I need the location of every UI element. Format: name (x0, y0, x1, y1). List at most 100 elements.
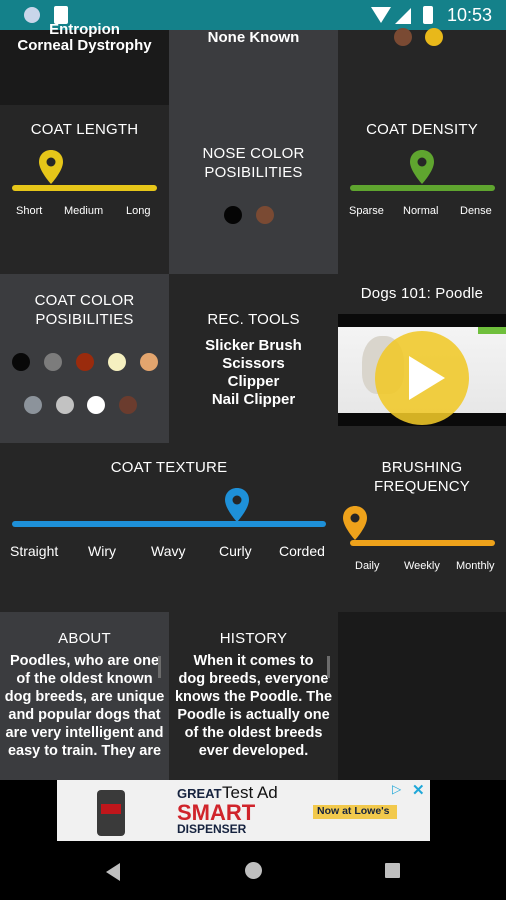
ad-line3: DISPENSER (177, 822, 247, 836)
adchoices-icon[interactable]: ▷ (392, 782, 408, 796)
coat-density-tile: COAT DENSITY Sparse Normal Dense (338, 105, 506, 274)
video-thumbnail[interactable] (338, 314, 506, 426)
about-tile: ABOUT Poodles, who are one of the oldest… (0, 612, 169, 780)
about-line: dog breeds, are unique (4, 689, 165, 705)
coat-color-dot (119, 396, 137, 414)
coat-color-dot (44, 353, 62, 371)
eye-color-dot (394, 28, 412, 46)
coat-density-title: COAT DENSITY (366, 121, 478, 138)
coat-color-dot (108, 353, 126, 371)
coat-color-dot (12, 353, 30, 371)
coat-length-label: Long (126, 205, 151, 217)
coat-color-dot (24, 396, 42, 414)
recents-icon[interactable] (385, 863, 400, 878)
signal-icon (395, 8, 411, 24)
video-title: Dogs 101: Poodle (360, 285, 484, 302)
play-icon (409, 356, 445, 400)
history-line: of the oldest breeds (184, 725, 323, 741)
history-line: knows the Poodle. The (174, 689, 333, 705)
video-tile: Dogs 101: Poodle (338, 274, 506, 443)
rec-tools-item: Scissors (222, 355, 285, 372)
coat-texture-label: Corded (279, 543, 325, 559)
health-issue-1: Entropion (49, 21, 120, 38)
eye-color-tile (338, 28, 506, 105)
ad-bar: GREAT SMART DISPENSER Now at Lowe's Test… (0, 780, 506, 841)
coat-texture-title: COAT TEXTURE (110, 459, 228, 476)
coat-length-pin-icon (39, 150, 63, 184)
brushing-title-line2: FREQUENCY (374, 478, 470, 495)
rec-tools-title: REC. TOOLS (207, 311, 300, 328)
coat-texture-label: Wiry (88, 543, 116, 559)
about-line: Poodles, who are one (9, 653, 160, 669)
about-line: easy to train. They are (7, 743, 162, 759)
rec-tools-tile: REC. TOOLS Slicker Brush Scissors Clippe… (169, 274, 338, 443)
coat-color-title-line1: COAT COLOR (34, 292, 135, 309)
coat-density-bar (350, 185, 495, 191)
navigation-bar (0, 841, 506, 900)
ad-label: Test Ad (222, 783, 278, 802)
about-line: of the oldest known (16, 671, 153, 687)
coat-texture-label: Straight (10, 543, 59, 559)
coat-density-label: Normal (403, 205, 439, 217)
nose-color-tile: NOSE COLOR POSIBILITIES (169, 105, 338, 274)
coat-density-label: Dense (460, 205, 492, 217)
coat-length-label: Medium (64, 205, 104, 217)
empty-tile (338, 612, 506, 780)
about-line: are very intelligent and (5, 725, 164, 741)
wifi-icon (371, 7, 391, 23)
brushing-tile: BRUSHING FREQUENCY Daily Weekly Monthly (338, 443, 506, 612)
about-title: ABOUT (58, 630, 111, 647)
ad-cta-text: Now at Lowe's (317, 805, 390, 817)
history-title: HISTORY (219, 630, 288, 647)
history-line: dog breeds, everyone (178, 671, 329, 687)
coat-length-tile: COAT LENGTH Short Medium Long (0, 105, 169, 274)
health-issue-2: Corneal Dystrophy (17, 37, 152, 54)
history-scrollbar[interactable] (327, 656, 330, 678)
coat-texture-bar (12, 521, 326, 527)
known-issues-tile: None Known (169, 29, 338, 105)
health-issues-tile: Entropion Corneal Dystrophy (0, 21, 169, 105)
ad-close-icon[interactable]: ✕ (412, 781, 428, 799)
about-line: and popular dogs that (8, 707, 161, 723)
status-time: 10:53 (446, 5, 492, 25)
coat-texture-label: Curly (219, 543, 252, 559)
coat-texture-label: Wavy (151, 543, 186, 559)
coat-color-dot (140, 353, 158, 371)
history-line: When it comes to (193, 653, 314, 669)
history-line: Poodle is actually one (177, 707, 330, 723)
nose-color-dot (256, 206, 274, 224)
rec-tools-item: Clipper (227, 373, 280, 390)
eye-color-dot (425, 28, 443, 46)
known-issues-text: None Known (207, 29, 300, 46)
coat-length-bar (12, 185, 157, 191)
home-icon[interactable] (245, 862, 262, 879)
coat-texture-tile: COAT TEXTURE Straight Wiry Wavy Curly Co… (0, 443, 338, 612)
coat-color-tile: COAT COLOR POSIBILITIES (0, 274, 169, 443)
rec-tools-item: Nail Clipper (211, 391, 296, 408)
coat-color-dot (76, 353, 94, 371)
coat-texture-pin-icon (225, 488, 249, 522)
nose-color-title-line1: NOSE COLOR (202, 145, 305, 162)
ad-banner[interactable]: GREAT SMART DISPENSER Now at Lowe's Test… (57, 780, 430, 841)
brushing-title-line1: BRUSHING (381, 459, 463, 476)
video-grass (478, 327, 506, 334)
brushing-label: Monthly (456, 560, 495, 572)
history-tile: HISTORY When it comes to dog breeds, eve… (169, 612, 338, 780)
brushing-bar (350, 540, 495, 546)
brushing-label: Weekly (404, 560, 440, 572)
coat-color-dot (56, 396, 74, 414)
coat-color-title-line2: POSIBILITIES (35, 311, 134, 328)
ad-product-cap (101, 804, 121, 814)
coat-density-label: Sparse (349, 205, 384, 217)
about-scrollbar[interactable] (158, 656, 161, 678)
coat-density-pin-icon (410, 150, 434, 184)
brushing-label: Daily (355, 560, 380, 572)
coat-color-dot (87, 396, 105, 414)
nose-color-dot (224, 206, 242, 224)
battery-icon (423, 6, 433, 24)
rec-tools-item: Slicker Brush (205, 337, 302, 354)
back-icon[interactable] (106, 863, 120, 881)
coat-length-title: COAT LENGTH (30, 121, 139, 138)
coat-length-label: Short (16, 205, 43, 217)
ad-line1: GREAT (177, 786, 222, 801)
